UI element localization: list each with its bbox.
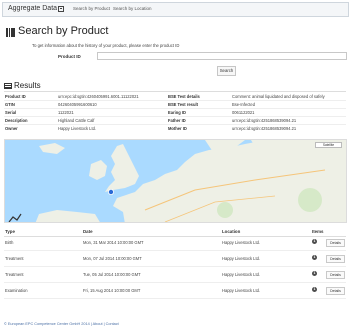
row-divider [4,298,346,299]
event-date: Fri, 15 Aug 2014 10:00:00 GMT [83,288,141,293]
info-label: BSE Test result [168,102,198,107]
divider [4,91,346,92]
page: Aggregate Data Search by Product Search … [0,0,358,334]
event-location: Happy Livestock Ltd. [222,272,261,277]
row-divider [4,116,346,117]
row-divider [4,266,346,267]
footer-links[interactable]: © European EPC Competence Center GmbH 20… [4,322,119,326]
search-hint: To get information about the history of … [32,43,180,48]
father-id-value: urn:epc:id:sgtin:4251868539094.21 [232,118,297,123]
nav-search-by-product[interactable]: Search by Product [73,6,110,11]
product-id-input[interactable] [97,52,347,60]
dashboard-icon [58,6,64,12]
info-label: GTIN [5,102,15,107]
product-id-label: Product ID [58,54,81,59]
row-divider [4,100,346,101]
list-icon [4,83,12,89]
info-icon[interactable]: 1 [312,239,317,244]
serial-value: 1122021 [58,110,74,115]
row-divider [4,282,346,283]
event-type: Examination [5,288,28,293]
location-map[interactable]: Satellite [4,139,347,223]
info-label: Description [5,118,28,123]
details-button[interactable]: Details [326,271,345,279]
results-title: Results [14,81,41,90]
column-header: Date [83,229,93,234]
event-type: Treatment [5,256,24,261]
bse-test-details-value: Comment: animal liquidated and disposed … [232,94,325,99]
info-label: BSE Test details [168,94,200,99]
column-header: Type [5,229,15,234]
column-header: Location [222,229,241,234]
divider [4,236,346,237]
product-id-value: urn:epc:id:sgtin:4260405991.6001.1112202… [58,94,139,99]
brand-title[interactable]: Aggregate Data [8,5,57,12]
details-button[interactable]: Details [326,287,345,295]
event-location: Happy Livestock Ltd. [222,288,261,293]
event-date: Tue, 05 Jul 2014 10:00:00 GMT [83,272,141,277]
info-label: Earing ID [168,110,186,115]
info-icon[interactable]: 1 [312,271,317,276]
top-navbar: Aggregate Data Search by Product Search … [2,2,349,17]
gtin-value: 04260405991600610 [58,102,97,107]
search-button[interactable]: Search [217,66,236,76]
description-value: Highland Cattle Calf [58,118,95,123]
earing-id-value: 0061122021 [232,110,255,115]
mother-id-value: urn:epc:id:sgtin:4251868539094.21 [232,126,297,131]
info-icon[interactable]: 1 [312,287,317,292]
bse-test-result-value: Bse-Infected [232,102,255,107]
event-date: Mon, 07 Jul 2014 10:00:00 GMT [83,256,142,261]
column-header: Items [312,229,324,234]
event-location: Happy Livestock Ltd. [222,256,261,261]
owner-value: Happy Livestock Ltd. [58,126,97,131]
info-label: Mother ID [168,126,187,131]
event-date: Mon, 31 Mar 2014 10:00:00 GMT [83,240,144,245]
event-type: Treatment [5,272,24,277]
info-label: Owner [5,126,18,131]
row-divider [4,108,346,109]
info-icon[interactable]: 1 [312,255,317,260]
event-type: Birth [5,240,14,245]
info-label: Serial [5,110,17,115]
info-label: Father ID [168,118,186,123]
info-label: Product ID [5,94,26,99]
barcode-icon [6,28,15,37]
row-divider [4,250,346,251]
event-location: Happy Livestock Ltd. [222,240,261,245]
details-button[interactable]: Details [326,255,345,263]
row-divider [4,124,346,125]
nav-search-by-location[interactable]: Search by Location [113,6,152,11]
satellite-toggle[interactable]: Satellite [315,142,342,148]
search-title: Search by Product [18,25,109,37]
details-button[interactable]: Details [326,239,345,247]
